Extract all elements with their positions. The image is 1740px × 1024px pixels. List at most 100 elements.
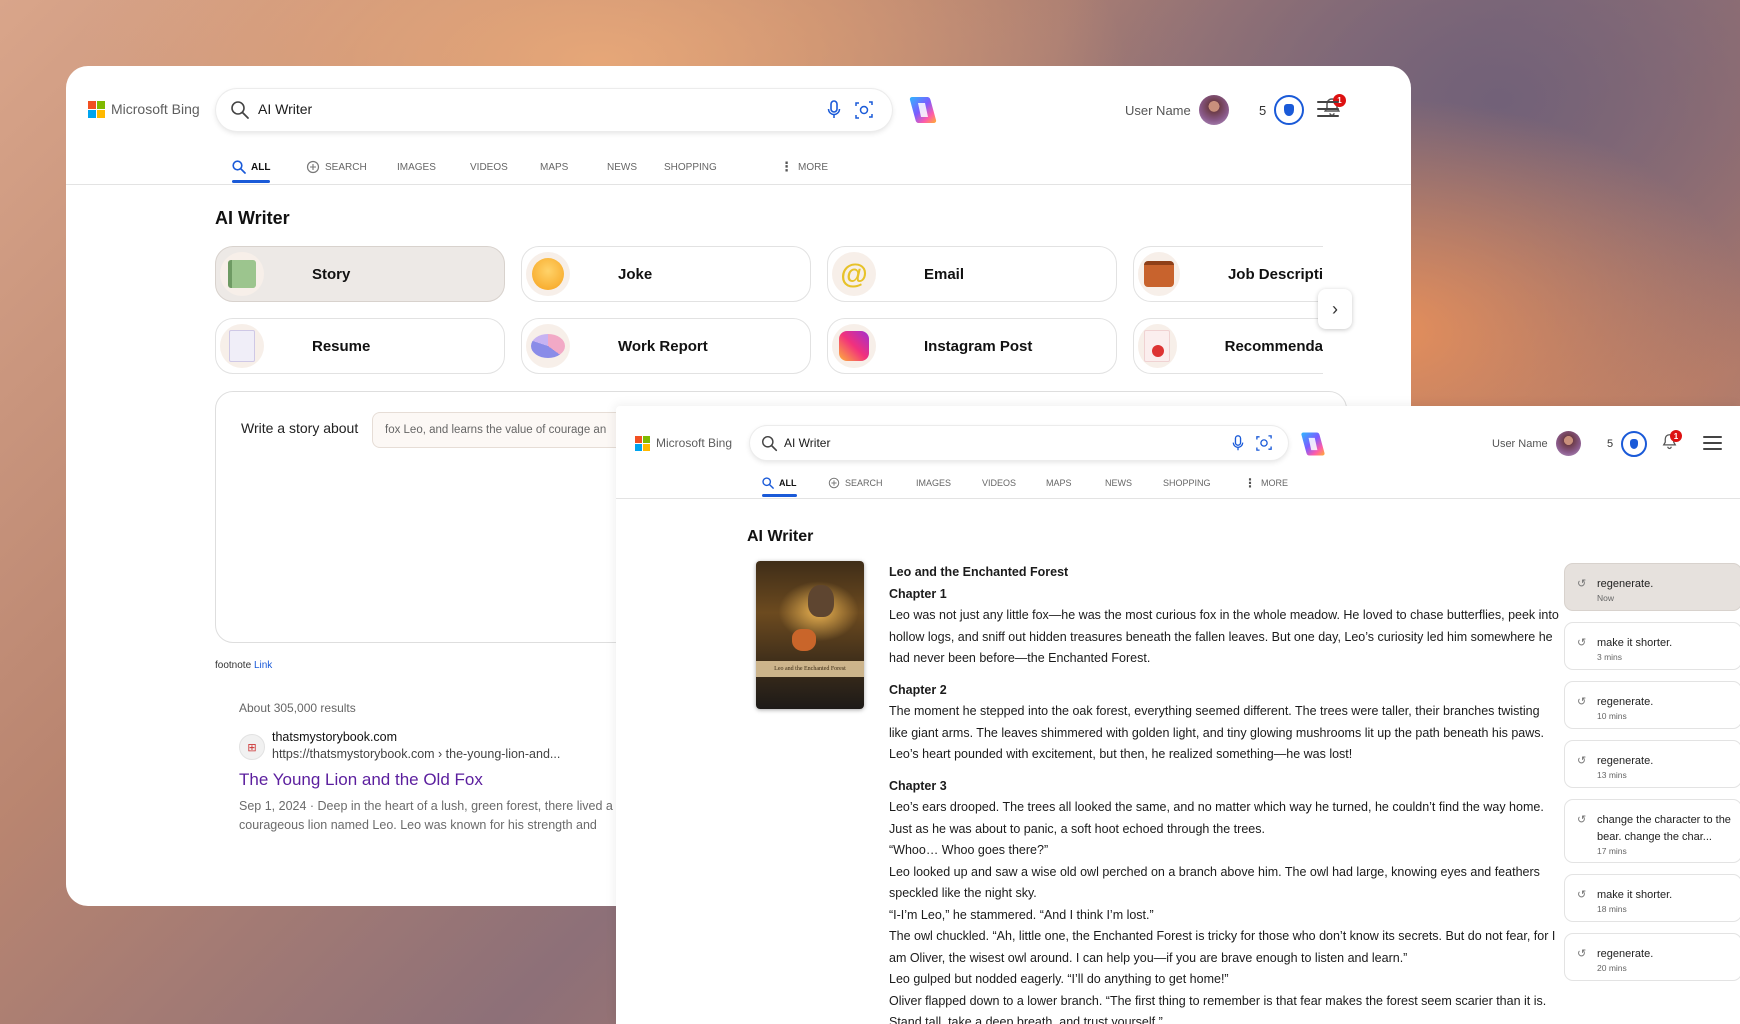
- tab-images[interactable]: IMAGES: [916, 470, 951, 496]
- copilot-icon[interactable]: [906, 93, 940, 127]
- category-label: Email: [924, 265, 965, 283]
- result-site[interactable]: thatsmystorybook.com: [272, 730, 397, 744]
- history-item[interactable]: ↺ regenerate. 10 mins: [1564, 681, 1740, 729]
- tab-more[interactable]: ⋮ MORE: [1244, 470, 1288, 496]
- copilot-icon[interactable]: [1298, 429, 1328, 459]
- history-text: make it shorter.: [1597, 637, 1673, 649]
- tab-label: SEARCH: [325, 161, 367, 173]
- at-sign-icon: @: [832, 252, 876, 296]
- chapter-heading: Chapter 2: [889, 682, 947, 697]
- search-bar[interactable]: AI Writer: [750, 426, 1288, 460]
- history-item[interactable]: ↺ regenerate. Now: [1564, 563, 1740, 611]
- history-icon: ↺: [1577, 948, 1587, 960]
- bing-logo[interactable]: Microsoft Bing: [635, 435, 732, 451]
- next-categories-button[interactable]: ›: [1318, 289, 1352, 329]
- history-text: regenerate.: [1597, 696, 1654, 708]
- category-card-story[interactable]: Story: [215, 246, 505, 302]
- category-card-job-description[interactable]: Job Descripti: [1133, 246, 1323, 302]
- search-icon: [231, 101, 249, 119]
- chapter-text: The owl chuckled. “Ah, little one, the E…: [889, 929, 1556, 965]
- avatar: [1555, 431, 1581, 456]
- owl-illustration: [808, 585, 834, 617]
- copilot-chat-icon: [828, 477, 840, 489]
- avatar: [1198, 95, 1229, 125]
- chapter-text: Leo looked up and saw a wise old owl per…: [889, 864, 1540, 901]
- visual-search-icon[interactable]: [1256, 435, 1272, 451]
- result-title-link[interactable]: The Young Lion and the Old Fox: [239, 770, 483, 790]
- history-item[interactable]: ↺ change the character to the bear. chan…: [1564, 799, 1740, 863]
- tab-more[interactable]: ⋮ MORE: [780, 152, 828, 182]
- tab-news[interactable]: NEWS: [607, 152, 637, 182]
- tab-news[interactable]: NEWS: [1105, 470, 1132, 496]
- chapter-text: Leo gulped but nodded eagerly. “I’ll do …: [889, 972, 1229, 986]
- tab-videos[interactable]: VIDEOS: [470, 152, 508, 182]
- hamburger-menu-icon[interactable]: [1703, 436, 1722, 450]
- notification-badge: 1: [1670, 430, 1682, 442]
- page-title: AI Writer: [215, 208, 290, 228]
- history-time: 13 mins: [1597, 770, 1627, 780]
- history-item[interactable]: ↺ make it shorter. 3 mins: [1564, 622, 1740, 670]
- category-card-email[interactable]: @ Email: [827, 246, 1117, 302]
- search-icon: [232, 160, 246, 174]
- category-card-work-report[interactable]: Work Report: [521, 318, 811, 374]
- search-bar[interactable]: AI Writer: [216, 89, 892, 131]
- tab-label: VIDEOS: [982, 478, 1017, 488]
- hamburger-menu-icon[interactable]: [1317, 101, 1339, 117]
- history-item[interactable]: ↺ regenerate. 13 mins: [1564, 740, 1740, 788]
- microphone-icon[interactable]: [827, 100, 841, 120]
- user-account[interactable]: User Name: [1492, 431, 1581, 456]
- copilot-chat-icon: [306, 160, 320, 174]
- rewards[interactable]: 5: [1259, 95, 1305, 125]
- tab-shopping[interactable]: SHOPPING: [1163, 470, 1211, 496]
- history-icon: ↺: [1577, 637, 1587, 649]
- chapter-heading: Chapter 3: [889, 778, 947, 793]
- tab-search[interactable]: SEARCH: [306, 152, 367, 182]
- category-card-instagram-post[interactable]: Instagram Post: [827, 318, 1117, 374]
- brand-name: Microsoft Bing: [111, 101, 200, 117]
- history-time: 3 mins: [1597, 652, 1623, 662]
- rewards[interactable]: 5: [1607, 431, 1648, 457]
- history-time: Now: [1597, 593, 1615, 603]
- tab-maps[interactable]: MAPS: [540, 152, 568, 182]
- book-icon: [220, 252, 264, 296]
- user-account[interactable]: User Name: [1125, 95, 1229, 125]
- trophy-icon: [1621, 431, 1648, 457]
- chapter-text: “Whoo… Whoo goes there?”: [889, 843, 1049, 857]
- laughing-face-icon: [526, 252, 570, 296]
- search-icon: [762, 477, 774, 489]
- tab-label: MORE: [798, 161, 828, 173]
- result-url[interactable]: https://thatsmystorybook.com › the-young…: [272, 747, 560, 761]
- tab-label: SHOPPING: [1163, 478, 1211, 488]
- history-item[interactable]: ↺ make it shorter. 18 mins: [1564, 874, 1740, 922]
- search-query[interactable]: AI Writer: [258, 101, 312, 117]
- category-card-joke[interactable]: Joke: [521, 246, 811, 302]
- tab-all[interactable]: ALL: [232, 152, 271, 183]
- bing-logo[interactable]: Microsoft Bing: [88, 100, 200, 118]
- history-time: 18 mins: [1597, 904, 1627, 914]
- category-label: Joke: [618, 265, 653, 283]
- tab-maps[interactable]: MAPS: [1046, 470, 1072, 496]
- tab-search[interactable]: SEARCH: [828, 470, 883, 496]
- tab-images[interactable]: IMAGES: [397, 152, 436, 182]
- tab-label: ALL: [779, 478, 797, 488]
- tab-videos[interactable]: VIDEOS: [982, 470, 1016, 496]
- bing-window-front: Microsoft Bing AI Writer User Name 5 1 A…: [616, 406, 1740, 1024]
- category-card-resume[interactable]: Resume: [215, 318, 505, 374]
- microphone-icon[interactable]: [1232, 435, 1244, 452]
- tab-shopping[interactable]: SHOPPING: [664, 152, 717, 182]
- notifications-button[interactable]: 1: [1661, 430, 1682, 453]
- story-title: Leo and the Enchanted Forest: [889, 565, 1069, 579]
- history-time: 20 mins: [1597, 963, 1627, 973]
- history-item[interactable]: ↺ regenerate. 20 mins: [1564, 933, 1740, 981]
- header: Microsoft Bing AI Writer User Name 5 1: [616, 426, 1740, 460]
- tab-all[interactable]: ALL: [762, 470, 797, 497]
- footnote-link[interactable]: Link: [254, 660, 272, 671]
- visual-search-icon[interactable]: [855, 101, 873, 119]
- history-text: regenerate.: [1597, 948, 1654, 960]
- category-card-recommendation[interactable]: Recommenda: [1133, 318, 1323, 374]
- tab-label: NEWS: [607, 161, 637, 173]
- search-query[interactable]: AI Writer: [784, 436, 830, 450]
- tab-label: SEARCH: [845, 478, 883, 488]
- more-vertical-icon: ⋮: [1244, 476, 1256, 490]
- category-label: Resume: [312, 337, 371, 355]
